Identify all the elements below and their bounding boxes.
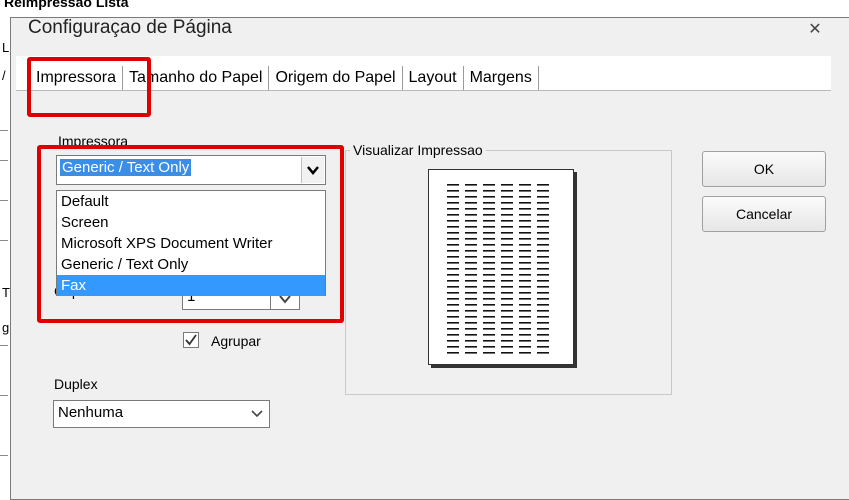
tab-origem-do-papel[interactable]: Origem do Papel <box>269 66 403 90</box>
background-divider <box>0 345 8 346</box>
background-mark: L <box>2 40 10 55</box>
printer-option-highlighted[interactable]: Fax <box>57 275 325 296</box>
cancel-button[interactable]: Cancelar <box>702 196 826 232</box>
printer-dropdown-list: Default Screen Microsoft XPS Document Wr… <box>56 190 326 296</box>
printer-option[interactable]: Generic / Text Only <box>57 254 325 275</box>
ok-button[interactable]: OK <box>702 151 826 187</box>
collate-label: Agrupar <box>211 333 261 349</box>
background-divider <box>0 130 8 131</box>
chevron-down-icon[interactable] <box>301 157 324 183</box>
tab-margens[interactable]: Margens <box>464 66 539 90</box>
duplex-value: Nenhuma <box>58 404 124 421</box>
preview-text-lines <box>445 180 555 356</box>
printer-selected-value: Generic / Text Only <box>60 159 192 176</box>
background-divider <box>0 395 8 396</box>
background-mark: g <box>2 320 10 335</box>
close-button[interactable]: ✕ <box>805 20 825 40</box>
printer-option[interactable]: Screen <box>57 212 325 233</box>
background-divider <box>0 240 8 241</box>
background-mark: / <box>2 68 6 83</box>
tab-impressora[interactable]: Impressora <box>30 66 124 90</box>
tab-tamanho-do-papel[interactable]: Tamanho do Papel <box>123 66 270 90</box>
tab-layout[interactable]: Layout <box>403 66 464 90</box>
tab-bar: Impressora Tamanho do Papel Origem do Pa… <box>16 56 831 91</box>
tab-list: Impressora Tamanho do Papel Origem do Pa… <box>30 66 539 90</box>
preview-page <box>428 169 574 365</box>
printer-select[interactable]: Generic / Text Only <box>56 155 326 185</box>
background-divider <box>0 200 8 201</box>
close-icon: ✕ <box>808 21 822 38</box>
background-divider <box>0 160 8 161</box>
printer-label: Impressora <box>58 133 129 149</box>
background-mark: T <box>2 285 10 300</box>
duplex-label: Duplex <box>54 376 98 392</box>
duplex-select[interactable]: Nenhuma <box>53 400 270 428</box>
cancel-button-label: Cancelar <box>735 206 793 222</box>
dialog-title: Configuraçao de Página <box>28 17 232 38</box>
print-preview-label: Visualizar Impressao <box>350 142 486 158</box>
check-icon <box>185 334 197 346</box>
chevron-down-icon[interactable] <box>246 402 268 426</box>
background-app-text: Reimpressão Lista <box>4 0 129 10</box>
background-divider <box>0 455 8 456</box>
printer-option[interactable]: Microsoft XPS Document Writer <box>57 233 325 254</box>
collate-checkbox[interactable] <box>183 332 199 348</box>
printer-option[interactable]: Default <box>57 191 325 212</box>
ok-button-label: OK <box>753 161 775 177</box>
